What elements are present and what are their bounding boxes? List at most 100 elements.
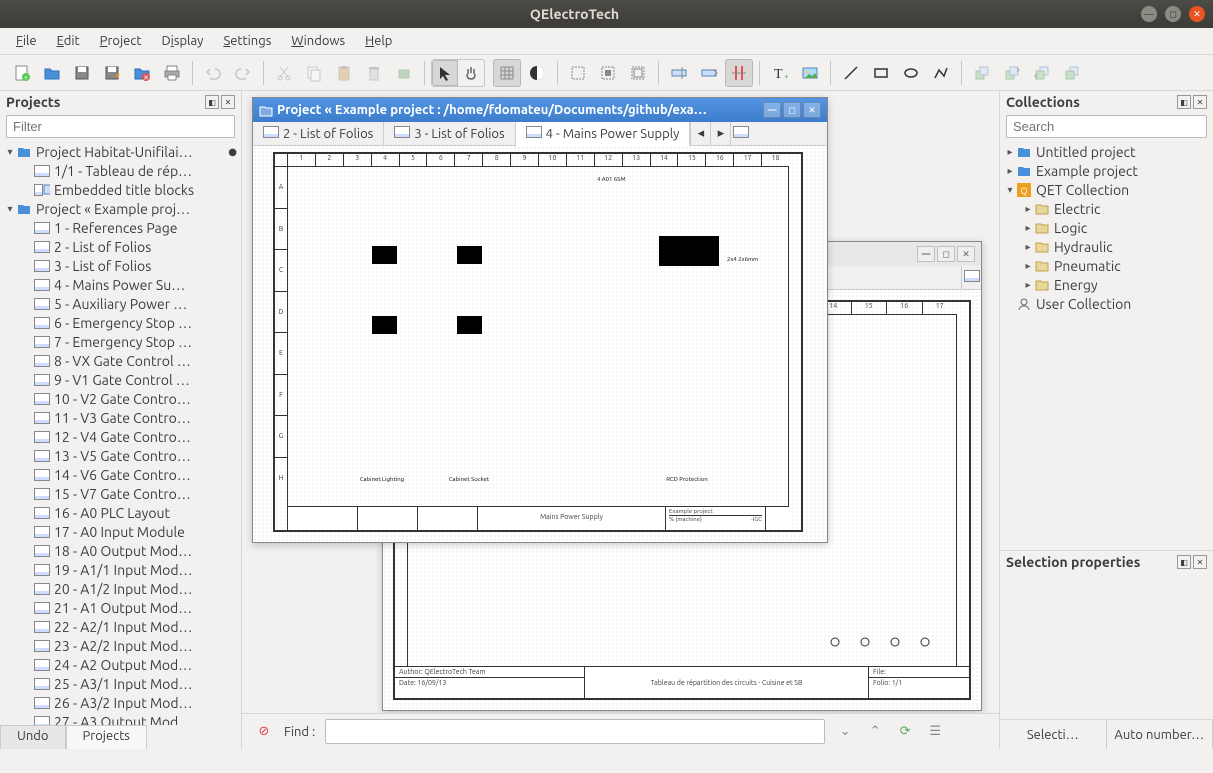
send-backward-button[interactable] <box>1058 59 1086 87</box>
find-prev-button[interactable]: ⌃ <box>865 722 885 742</box>
project2-item-10[interactable]: 11 - V3 Gate Contro… <box>0 408 241 427</box>
copy-button[interactable] <box>300 59 328 87</box>
project1-item-0[interactable]: 1/1 - Tableau de rép… <box>0 161 241 180</box>
active-subwindow[interactable]: Project « Example project : /home/fdomat… <box>252 97 828 543</box>
project2-item-9[interactable]: 10 - V2 Gate Contro… <box>0 389 241 408</box>
project1-item-1[interactable]: Embedded title blocks <box>0 180 241 199</box>
close-file-button[interactable]: ✕ <box>128 59 156 87</box>
project2-item-2[interactable]: 3 - List of Folios <box>0 256 241 275</box>
active-tab-2[interactable]: 2 - List of Folios <box>253 122 384 145</box>
open-file-button[interactable] <box>38 59 66 87</box>
grid-toggle-button[interactable] <box>493 59 521 87</box>
ellipse-tool-button[interactable] <box>897 59 925 87</box>
rect-tool-button[interactable] <box>867 59 895 87</box>
auto-number-tab[interactable]: Auto number… <box>1107 720 1213 749</box>
background-subwindow-close-button[interactable]: ✕ <box>957 246 975 262</box>
background-toggle-button[interactable] <box>523 59 551 87</box>
tab-menu-button[interactable] <box>730 122 750 145</box>
rotate-button[interactable] <box>390 59 418 87</box>
collections-tree[interactable]: ▸Untitled project▸Example project▾QQET C… <box>1000 140 1213 520</box>
project2-item-19[interactable]: 20 - A1/2 Input Mod… <box>0 579 241 598</box>
collection-2-child-0[interactable]: ▸Electric <box>1000 199 1213 218</box>
collection-2-child-2[interactable]: ▸Hydraulic <box>1000 237 1213 256</box>
find-input[interactable] <box>325 719 825 744</box>
select-all-button[interactable] <box>564 59 592 87</box>
menu-settings[interactable]: Settings <box>213 31 281 51</box>
project2-item-1[interactable]: 2 - List of Folios <box>0 237 241 256</box>
project2-item-24[interactable]: 25 - A3/1 Input Mod… <box>0 674 241 693</box>
raise-button[interactable] <box>998 59 1026 87</box>
selection-props-detach-button[interactable]: ◧ <box>1177 555 1191 569</box>
project2-item-7[interactable]: 8 - VX Gate Control … <box>0 351 241 370</box>
print-button[interactable] <box>158 59 186 87</box>
tab-scroll-right-button[interactable]: ▸ <box>710 122 730 145</box>
select-nothing-button[interactable] <box>594 59 622 87</box>
project2-item-6[interactable]: 7 - Emergency Stop … <box>0 332 241 351</box>
save-as-button[interactable] <box>98 59 126 87</box>
project2-item-8[interactable]: 9 - V1 Gate Control … <box>0 370 241 389</box>
select-invert-button[interactable] <box>624 59 652 87</box>
redo-button[interactable] <box>229 59 257 87</box>
menu-help[interactable]: Help <box>355 31 402 51</box>
project2-item-16[interactable]: 17 - A0 Input Module <box>0 522 241 541</box>
collection-1[interactable]: ▸Example project <box>1000 161 1213 180</box>
collections-panel-close-button[interactable]: ✕ <box>1193 95 1207 109</box>
project2-item-11[interactable]: 12 - V4 Gate Contro… <box>0 427 241 446</box>
window-minimize-button[interactable]: — <box>1141 6 1157 22</box>
project2-item-4[interactable]: 5 - Auxiliary Power … <box>0 294 241 313</box>
project2-item-20[interactable]: 21 - A1 Output Mod… <box>0 598 241 617</box>
menu-display[interactable]: Display <box>151 31 213 51</box>
background-subwindow-max-button[interactable]: ◻ <box>937 246 955 262</box>
collection-0[interactable]: ▸Untitled project <box>1000 142 1213 161</box>
paste-button[interactable] <box>330 59 358 87</box>
project2-item-25[interactable]: 26 - A3/2 Input Mod… <box>0 693 241 712</box>
project2-item-14[interactable]: 15 - V7 Gate Contro… <box>0 484 241 503</box>
tab-scroll-left-button[interactable]: ◂ <box>690 122 710 145</box>
undo-button[interactable] <box>199 59 227 87</box>
project2-item-22[interactable]: 23 - A2/2 Input Mod… <box>0 636 241 655</box>
active-subwindow-min-button[interactable]: — <box>763 102 781 118</box>
menu-project[interactable]: Project <box>90 31 152 51</box>
selection-tab[interactable]: Selecti… <box>1000 720 1107 749</box>
project-example[interactable]: ▾Project « Example proj… <box>0 199 241 218</box>
add-image-button[interactable] <box>796 59 824 87</box>
project-habitat[interactable]: ▾Project Habitat-Unifilai…● <box>0 142 241 161</box>
project2-item-21[interactable]: 22 - A2/1 Input Mod… <box>0 617 241 636</box>
find-options-button[interactable]: ☰ <box>925 722 945 742</box>
project2-item-23[interactable]: 24 - A2 Output Mod… <box>0 655 241 674</box>
project2-item-5[interactable]: 6 - Emergency Stop … <box>0 313 241 332</box>
collections-panel-detach-button[interactable]: ◧ <box>1177 95 1191 109</box>
snap-button[interactable] <box>725 59 753 87</box>
add-text-button[interactable]: T+ <box>766 59 794 87</box>
new-file-button[interactable]: + <box>8 59 36 87</box>
project2-item-0[interactable]: 1 - References Page <box>0 218 241 237</box>
select-tool-button[interactable] <box>432 60 458 86</box>
menu-edit[interactable]: Edit <box>47 31 90 51</box>
cut-button[interactable] <box>270 59 298 87</box>
project2-item-13[interactable]: 14 - V6 Gate Contro… <box>0 465 241 484</box>
collection-2-child-3[interactable]: ▸Pneumatic <box>1000 256 1213 275</box>
find-clear-icon[interactable]: ⊘ <box>254 722 274 742</box>
menu-windows[interactable]: Windows <box>281 31 355 51</box>
project2-item-3[interactable]: 4 - Mains Power Su… <box>0 275 241 294</box>
pan-tool-button[interactable] <box>458 60 484 86</box>
schematic-canvas[interactable]: Cabinet Lighting Cabinet Socket RCD Prot… <box>287 166 789 502</box>
line-tool-button[interactable] <box>837 59 865 87</box>
window-close-button[interactable]: ✕ <box>1189 6 1205 22</box>
collection-2-child-4[interactable]: ▸Energy <box>1000 275 1213 294</box>
delete-button[interactable] <box>360 59 388 87</box>
collections-search-input[interactable] <box>1006 115 1207 138</box>
add-col-button[interactable] <box>695 59 723 87</box>
projects-panel-close-button[interactable]: ✕ <box>221 95 235 109</box>
project2-item-12[interactable]: 13 - V5 Gate Contro… <box>0 446 241 465</box>
projects-tree[interactable]: ▾Project Habitat-Unifilai…●1/1 - Tableau… <box>0 140 241 725</box>
find-next-button[interactable]: ⌄ <box>835 722 855 742</box>
find-refresh-button[interactable]: ⟳ <box>895 722 915 742</box>
project2-item-26[interactable]: 27 - A3 Output Mod… <box>0 712 241 725</box>
background-subwindow-min-button[interactable]: — <box>917 246 935 262</box>
save-button[interactable] <box>68 59 96 87</box>
collection-3[interactable]: User Collection <box>1000 294 1213 313</box>
undo-tab[interactable]: Undo <box>0 725 66 749</box>
collection-2[interactable]: ▾QQET Collection <box>1000 180 1213 199</box>
window-maximize-button[interactable]: ◻ <box>1165 6 1181 22</box>
